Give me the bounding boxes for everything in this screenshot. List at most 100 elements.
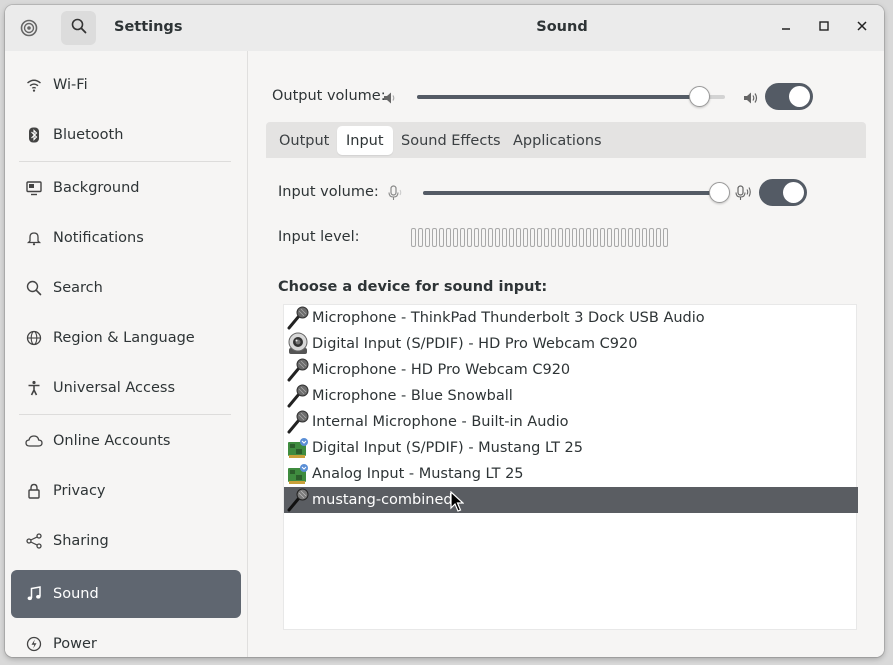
level-segment [649, 228, 654, 247]
device-label: Microphone - Blue Snowball [312, 388, 513, 404]
level-segment [558, 228, 563, 247]
sidebar-item-label: Privacy [53, 483, 106, 499]
switch-knob [789, 86, 810, 107]
microphone-icon [286, 306, 310, 330]
close-button[interactable] [851, 17, 873, 39]
output-mute-switch[interactable] [765, 83, 813, 110]
input-volume-slider[interactable] [423, 182, 730, 203]
level-segment [544, 228, 549, 247]
tab-output[interactable]: Output [270, 126, 338, 155]
level-segment [579, 228, 584, 247]
sidebar-item-universal-access[interactable]: Universal Access [11, 364, 241, 412]
webcam-icon [286, 332, 310, 356]
device-row-selected[interactable]: mustang-combined [284, 487, 858, 513]
close-icon [856, 20, 868, 36]
device-label: Internal Microphone - Built-in Audio [312, 414, 569, 430]
globe-icon [25, 329, 43, 347]
input-device-list: Microphone - ThinkPad Thunderbolt 3 Dock… [283, 304, 858, 630]
header-left: Settings [5, 5, 248, 51]
level-segment [432, 228, 437, 247]
level-segment [607, 228, 612, 247]
settings-app-icon [19, 18, 39, 38]
sidebar-item-label: Sound [53, 586, 99, 602]
level-segment [635, 228, 640, 247]
tab-applications[interactable]: Applications [504, 126, 611, 155]
device-label: Digital Input (S/PDIF) - Mustang LT 25 [312, 440, 583, 456]
level-segment [467, 228, 472, 247]
level-segment [621, 228, 626, 247]
microphone-icon [286, 358, 310, 382]
level-segment [537, 228, 542, 247]
minimize-icon [780, 20, 792, 36]
input-volume-fill [423, 191, 719, 195]
level-segment [446, 228, 451, 247]
sidebar-item-wifi[interactable]: Wi-Fi [11, 61, 241, 109]
sidebar-item-privacy[interactable]: Privacy [11, 467, 241, 515]
page-title: Sound [536, 19, 588, 35]
level-segment [614, 228, 619, 247]
device-row[interactable]: Digital Input (S/PDIF) - Mustang LT 25 [284, 435, 858, 461]
tab-input[interactable]: Input [337, 126, 393, 155]
device-row[interactable]: Microphone - HD Pro Webcam C920 [284, 357, 858, 383]
sidebar-item-label: Sharing [53, 533, 109, 549]
device-row[interactable]: Digital Input (S/PDIF) - HD Pro Webcam C… [284, 331, 858, 357]
maximize-icon [818, 20, 830, 36]
sidebar-separator [19, 161, 231, 162]
sidebar-item-notifications[interactable]: Notifications [11, 214, 241, 262]
choose-device-label: Choose a device for sound input: [278, 279, 548, 295]
sidebar-item-label: Wi-Fi [53, 77, 88, 93]
level-segment [488, 228, 493, 247]
input-mute-switch[interactable] [759, 179, 807, 206]
sidebar-item-sound[interactable]: Sound [11, 570, 241, 618]
sidebar-item-sharing[interactable]: Sharing [11, 517, 241, 565]
level-segment [586, 228, 591, 247]
level-segment [593, 228, 598, 247]
sound-card-icon [286, 436, 310, 460]
level-segment [481, 228, 486, 247]
header-bar: Settings Sound [5, 5, 884, 51]
sidebar-item-search[interactable]: Search [11, 264, 241, 312]
microphone-icon [286, 384, 310, 408]
sidebar-item-power[interactable]: Power [11, 620, 241, 657]
level-segment [418, 228, 423, 247]
sidebar-item-online-accounts[interactable]: Online Accounts [11, 417, 241, 465]
output-volume-slider[interactable] [417, 86, 725, 107]
device-row[interactable]: Internal Microphone - Built-in Audio [284, 409, 858, 435]
level-segment [474, 228, 479, 247]
level-segment [425, 228, 430, 247]
bluetooth-icon [25, 126, 43, 144]
tab-sound-effects[interactable]: Sound Effects [392, 126, 510, 155]
input-volume-knob[interactable] [709, 182, 730, 203]
minimize-button[interactable] [775, 17, 797, 39]
level-segment [439, 228, 444, 247]
level-segment [565, 228, 570, 247]
sidebar: Wi-Fi Bluetooth Background Notifications… [5, 51, 248, 657]
level-segment [572, 228, 577, 247]
sidebar-item-background[interactable]: Background [11, 164, 241, 212]
device-row[interactable]: Analog Input - Mustang LT 25 [284, 461, 858, 487]
microphone-icon [286, 488, 310, 512]
sound-panel: Output volume: Output Input Sound Effect… [249, 51, 884, 657]
maximize-button[interactable] [813, 17, 835, 39]
sidebar-item-region-language[interactable]: Region & Language [11, 314, 241, 362]
switch-knob [783, 182, 804, 203]
mouse-cursor-icon [450, 490, 465, 513]
device-label: mustang-combined [312, 492, 453, 508]
search-button[interactable] [61, 11, 96, 45]
device-label: Microphone - HD Pro Webcam C920 [312, 362, 571, 378]
bell-icon [25, 229, 43, 247]
output-volume-knob[interactable] [689, 86, 710, 107]
level-segment [502, 228, 507, 247]
output-volume-label: Output volume: [272, 88, 386, 104]
device-row[interactable]: Microphone - ThinkPad Thunderbolt 3 Dock… [284, 305, 858, 331]
device-label: Analog Input - Mustang LT 25 [312, 466, 524, 482]
search-icon [71, 18, 87, 38]
level-segment [663, 228, 668, 247]
input-level-label: Input level: [278, 229, 360, 245]
input-volume-label: Input volume: [278, 184, 379, 200]
music-note-icon [25, 585, 43, 603]
device-row[interactable]: Microphone - Blue Snowball [284, 383, 858, 409]
level-segment [551, 228, 556, 247]
sidebar-item-label: Background [53, 180, 140, 196]
sidebar-item-bluetooth[interactable]: Bluetooth [11, 111, 241, 159]
